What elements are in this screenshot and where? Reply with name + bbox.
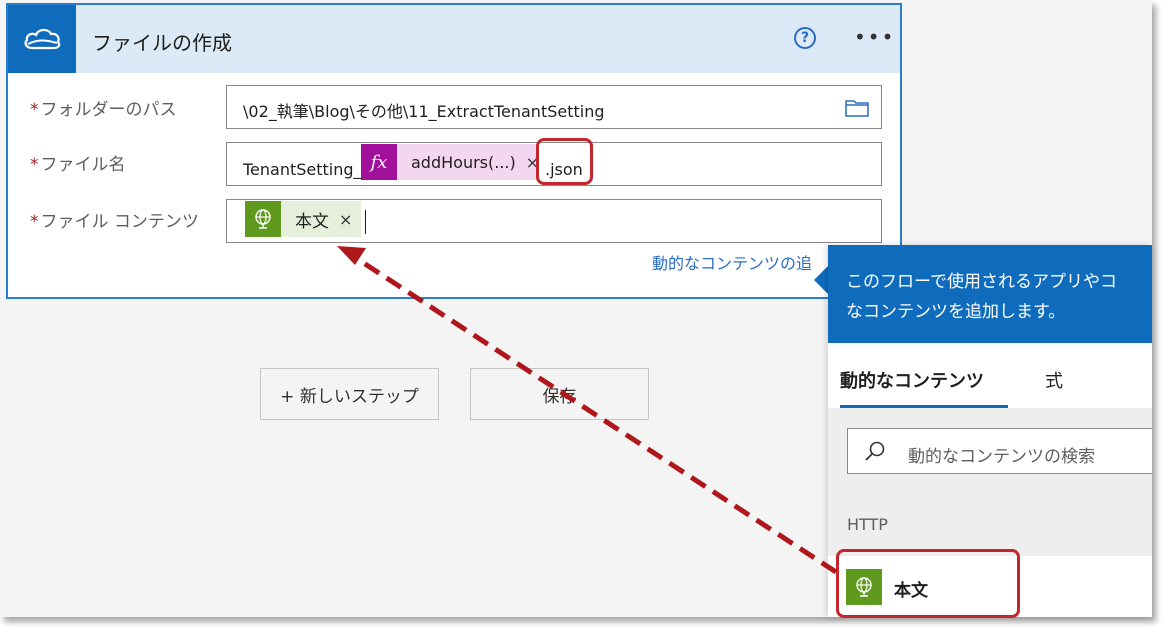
folder-path-label-text: フォルダーのパス [40, 100, 177, 120]
file-content-label: * ファイル コンテンツ [30, 207, 199, 232]
panel-pointer [814, 266, 828, 294]
expression-token-label: addHours(...) [411, 152, 516, 172]
file-name-prefix: TenantSetting_ [243, 160, 362, 179]
more-icon[interactable]: ••• [854, 25, 895, 49]
file-name-field[interactable]: TenantSetting_ fx addHours(...) × .json [226, 142, 882, 186]
tab-dynamic-content[interactable]: 動的なコンテンツ [840, 367, 984, 393]
add-dynamic-content-link[interactable]: 動的なコンテンツの追 [652, 250, 812, 274]
folder-icon[interactable] [845, 99, 869, 117]
text-caret [365, 210, 366, 234]
search-placeholder: 動的なコンテンツの検索 [908, 447, 1095, 467]
dynamic-content-panel: このフローで使用されるアプリやコ なコンテンツを追加します。 動的なコンテンツ … [828, 245, 1152, 617]
panel-description: このフローで使用されるアプリやコ なコンテンツを追加します。 [828, 245, 1152, 343]
file-name-label: * ファイル名 [30, 150, 126, 175]
panel-description-line1: このフローで使用されるアプリやコ [846, 272, 1117, 292]
folder-path-field[interactable]: \02_執筆\Blog\その他\11_ExtractTenantSetting [226, 85, 882, 129]
body-token-label: 本文 [295, 211, 329, 232]
dynamic-content-item-body[interactable]: 本文 [828, 556, 1152, 617]
card-title: ファイルの作成 [92, 31, 232, 55]
required-marker: * [30, 155, 39, 175]
close-icon[interactable]: × [339, 210, 352, 229]
new-step-button[interactable]: + 新しいステップ [260, 368, 439, 420]
card-header[interactable]: ファイルの作成 ? ••• [8, 5, 900, 73]
create-file-action-card: ファイルの作成 ? ••• * フォルダーのパス \02_執筆\Blog\その他\… [6, 3, 902, 299]
globe-icon [846, 569, 882, 605]
required-marker: * [30, 212, 39, 232]
close-icon[interactable]: × [526, 153, 539, 172]
flow-designer-canvas: ファイルの作成 ? ••• * フォルダーのパス \02_執筆\Blog\その他\… [0, 0, 1152, 618]
section-http-label: HTTP [847, 515, 888, 534]
fx-icon: fx [361, 144, 397, 180]
body-token[interactable]: 本文 × [281, 201, 361, 237]
folder-path-label: * フォルダーのパス [30, 95, 177, 120]
search-icon [865, 441, 885, 461]
dynamic-content-search-input[interactable]: 動的なコンテンツの検索 [847, 428, 1152, 474]
required-marker: * [30, 100, 39, 120]
file-name-label-text: ファイル名 [40, 155, 126, 175]
file-name-suffix: .json [545, 160, 583, 179]
save-button[interactable]: 保存 [470, 368, 649, 420]
globe-icon [245, 201, 281, 237]
onedrive-cloud-icon [8, 5, 76, 73]
file-content-label-text: ファイル コンテンツ [40, 212, 199, 232]
panel-description-line2: なコンテンツを追加します。 [846, 302, 1066, 322]
file-content-field[interactable]: 本文 × [226, 199, 882, 243]
folder-path-value: \02_執筆\Blog\その他\11_ExtractTenantSetting [243, 102, 605, 121]
dynamic-content-item-label: 本文 [894, 581, 928, 601]
tab-expression[interactable]: 式 [1045, 367, 1063, 393]
help-icon[interactable]: ? [794, 27, 816, 49]
expression-token[interactable]: addHours(...) × [397, 144, 539, 180]
